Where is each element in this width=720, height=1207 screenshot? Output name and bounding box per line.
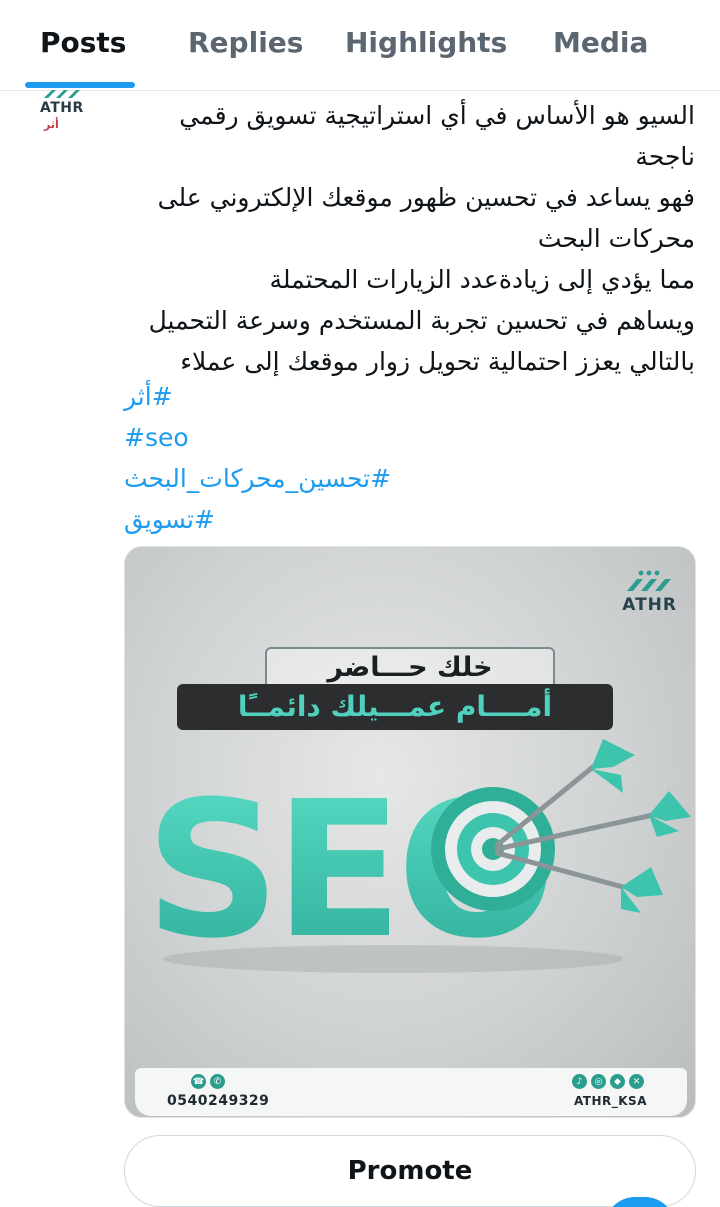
promote-button[interactable]: Promote: [124, 1135, 696, 1207]
seo-target-illustration: SEO: [145, 739, 691, 977]
profile-tabs: Posts Replies Highlights Media: [0, 0, 720, 92]
image-footer: ☎ ✆ 0540249329 ♪ ◎ ◆ ✕ ATHR_KSA: [135, 1068, 687, 1116]
social-handle: ATHR_KSA: [573, 1094, 647, 1108]
social-icons: ♪ ◎ ◆ ✕: [572, 1074, 644, 1089]
post-text: السيو هو الأساس في أي استراتيجية تسويق ر…: [120, 95, 695, 382]
whatsapp-icon: ✆: [210, 1074, 225, 1089]
hashtag-link[interactable]: #تحسين_محركات_البحث: [124, 458, 424, 499]
brand-name: ATHR: [622, 595, 677, 615]
athr-logo-icon: [44, 90, 80, 98]
tab-replies[interactable]: Replies: [188, 26, 303, 59]
target-icon: [431, 787, 555, 911]
instagram-icon: ◎: [591, 1074, 606, 1089]
headline-primary: خلك حـــاضر: [327, 652, 493, 683]
avatar-name: ATHR: [40, 100, 84, 116]
post-line: ناجحة: [635, 142, 695, 171]
post-image[interactable]: ATHR خلك حـــاضر أمــــام عمـــيلك دائمـ…: [124, 546, 696, 1118]
phone-number: 0540249329: [167, 1093, 270, 1109]
avatar[interactable]: ATHR أثر: [36, 88, 94, 140]
tab-media[interactable]: Media: [553, 26, 648, 59]
phone-icon: ☎: [191, 1074, 206, 1089]
post-line: السيو هو الأساس في أي استراتيجية تسويق ر…: [179, 101, 695, 130]
post-line: فهو يساعد في تحسين ظهور موقعك الإلكتروني…: [157, 183, 695, 212]
post-line: مما يؤدي إلى زيادةعدد الزيارات المحتملة: [269, 265, 695, 294]
post-line: محركات البحث: [537, 224, 695, 253]
contact-icons: ☎ ✆: [191, 1074, 225, 1089]
hashtag-link[interactable]: #أثر: [124, 376, 424, 417]
athr-logo-icon: [627, 570, 671, 591]
tab-highlights[interactable]: Highlights: [345, 26, 507, 59]
tiktok-icon: ♪: [572, 1074, 587, 1089]
hashtag-link[interactable]: #seo: [124, 417, 424, 458]
tab-posts[interactable]: Posts: [40, 26, 126, 59]
x-icon: ✕: [629, 1074, 644, 1089]
snapchat-icon: ◆: [610, 1074, 625, 1089]
tabs-divider: [0, 90, 720, 91]
hashtag-link[interactable]: #تسويق: [124, 499, 424, 540]
post-line: ويساهم في تحسين تجربة المستخدم وسرعة الت…: [148, 306, 695, 335]
hashtags: #أثر #seo #تحسين_محركات_البحث #تسويق: [124, 376, 424, 540]
avatar-subtitle: أثر: [44, 118, 59, 131]
headline-secondary: أمــــام عمـــيلك دائمــًا: [177, 684, 613, 730]
